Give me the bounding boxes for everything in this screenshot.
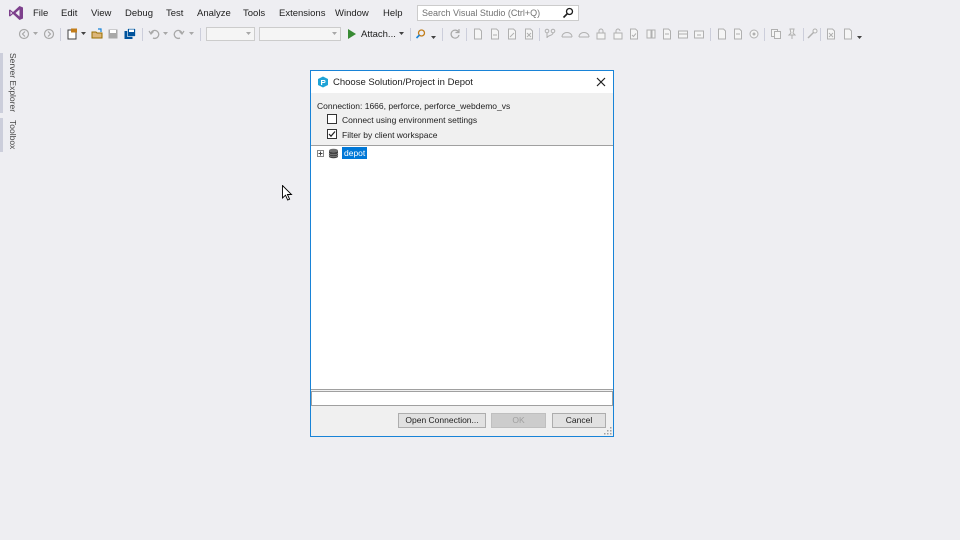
path-field[interactable] xyxy=(311,391,613,406)
resize-grip-icon[interactable] xyxy=(604,427,612,435)
solution-configuration-dropdown[interactable] xyxy=(206,27,255,41)
attach-dropdown-icon[interactable] xyxy=(399,32,404,36)
menu-test[interactable]: Test xyxy=(166,8,183,19)
back-icon[interactable] xyxy=(18,28,30,40)
document-delete-icon[interactable] xyxy=(523,28,535,40)
toolbar-separator xyxy=(803,28,804,41)
choose-solution-dialog: Choose Solution/Project in Depot Connect… xyxy=(310,70,614,437)
diff-icon[interactable] xyxy=(645,28,657,40)
new-project-icon[interactable] xyxy=(66,28,78,40)
find-icon[interactable] xyxy=(415,28,427,40)
menu-window[interactable]: Window xyxy=(335,8,369,19)
redo-dropdown-icon[interactable] xyxy=(189,32,194,36)
toolbar-separator xyxy=(466,28,467,41)
document-icon[interactable] xyxy=(472,28,484,40)
toolbar-separator xyxy=(442,28,443,41)
shelve-icon[interactable] xyxy=(677,28,689,40)
revert-icon[interactable] xyxy=(661,28,673,40)
search-input[interactable] xyxy=(418,6,562,20)
toolbar-separator xyxy=(410,28,411,41)
unlock-icon[interactable] xyxy=(612,28,624,40)
server-explorer-tab-strip xyxy=(0,53,3,113)
search-box[interactable] xyxy=(417,5,579,21)
env-settings-checkbox[interactable] xyxy=(327,114,337,124)
start-icon[interactable] xyxy=(348,29,356,39)
new-project-dropdown-icon[interactable] xyxy=(81,32,86,36)
history-icon[interactable] xyxy=(561,28,573,40)
dialog-titlebar[interactable]: Choose Solution/Project in Depot xyxy=(311,71,613,93)
redo-icon[interactable] xyxy=(173,28,185,40)
menu-view[interactable]: View xyxy=(91,8,111,19)
menu-edit[interactable]: Edit xyxy=(61,8,77,19)
save-icon[interactable] xyxy=(107,28,119,40)
chevron-down-icon xyxy=(246,32,251,35)
undo-dropdown-icon[interactable] xyxy=(163,32,168,36)
menu-bar: File Edit View Debug Test Analyze Tools … xyxy=(0,0,960,26)
menu-analyze[interactable]: Analyze xyxy=(197,8,231,19)
filter-workspace-label[interactable]: Filter by client workspace xyxy=(342,130,437,140)
tree-expand-icon[interactable] xyxy=(317,150,324,157)
toolbar-separator xyxy=(200,28,201,41)
timelapse-icon[interactable] xyxy=(578,28,590,40)
chevron-down-icon xyxy=(332,32,337,35)
document-add-icon[interactable] xyxy=(489,28,501,40)
menu-debug[interactable]: Debug xyxy=(125,8,153,19)
search-icon[interactable] xyxy=(562,7,574,19)
attach-button[interactable]: Attach... xyxy=(361,29,396,40)
open-file-icon[interactable] xyxy=(91,28,103,40)
env-settings-label[interactable]: Connect using environment settings xyxy=(342,115,477,125)
filter-workspace-checkbox[interactable] xyxy=(327,129,337,139)
source-control-icon[interactable] xyxy=(544,28,556,40)
toolbar-separator xyxy=(60,28,61,41)
plus-icon xyxy=(318,151,323,156)
document-edit-icon[interactable] xyxy=(506,28,518,40)
sync-icon[interactable] xyxy=(693,28,705,40)
toolbar-options-icon[interactable] xyxy=(857,36,862,40)
toolbar-separator xyxy=(710,28,711,41)
toolbox-tab-strip xyxy=(0,118,3,152)
dialog-title: Choose Solution/Project in Depot xyxy=(333,77,473,88)
connect-icon[interactable] xyxy=(806,28,818,40)
refresh-icon[interactable] xyxy=(449,28,461,40)
mouse-cursor-icon xyxy=(282,185,293,201)
database-icon xyxy=(328,148,339,159)
open-connection-button[interactable]: Open Connection... xyxy=(398,413,486,428)
toolbox-tab[interactable]: Toolbox xyxy=(8,120,18,149)
toolbar-separator xyxy=(764,28,765,41)
ok-button[interactable]: OK xyxy=(491,413,546,428)
find-dropdown-icon[interactable] xyxy=(431,36,436,40)
workspace-icon[interactable] xyxy=(825,28,837,40)
server-explorer-tab[interactable]: Server Explorer xyxy=(8,53,18,112)
lock-icon[interactable] xyxy=(595,28,607,40)
submit-icon[interactable] xyxy=(732,28,744,40)
save-all-icon[interactable] xyxy=(124,28,136,40)
toolbar-separator xyxy=(820,28,821,41)
tree-item-label-depot[interactable]: depot xyxy=(342,147,368,159)
undo-icon[interactable] xyxy=(148,28,160,40)
checkmark-icon xyxy=(328,131,336,138)
toolbar-separator xyxy=(539,28,540,41)
close-icon[interactable] xyxy=(595,76,607,88)
menu-tools[interactable]: Tools xyxy=(243,8,265,19)
tree-item[interactable]: depot xyxy=(311,146,611,160)
cancel-button[interactable]: Cancel xyxy=(552,413,606,428)
perforce-icon xyxy=(318,76,328,88)
depot-tree[interactable]: depot xyxy=(311,145,613,390)
forward-icon[interactable] xyxy=(43,28,55,40)
solution-platform-dropdown[interactable] xyxy=(259,27,341,41)
pin-icon[interactable] xyxy=(786,28,798,40)
connection-label: Connection: 1666, perforce, perforce_web… xyxy=(317,101,511,111)
back-dropdown-icon[interactable] xyxy=(33,32,38,36)
settings-icon[interactable] xyxy=(748,28,760,40)
visual-studio-logo-icon xyxy=(9,6,23,20)
path-input[interactable] xyxy=(312,392,608,405)
file-properties-icon[interactable] xyxy=(842,28,854,40)
copy-icon[interactable] xyxy=(770,28,782,40)
menu-file[interactable]: File xyxy=(33,8,48,19)
toolbar-separator xyxy=(142,28,143,41)
checkout-icon[interactable] xyxy=(628,28,640,40)
menu-extensions[interactable]: Extensions xyxy=(279,8,325,19)
pending-changes-icon[interactable] xyxy=(716,28,728,40)
menu-help[interactable]: Help xyxy=(383,8,403,19)
